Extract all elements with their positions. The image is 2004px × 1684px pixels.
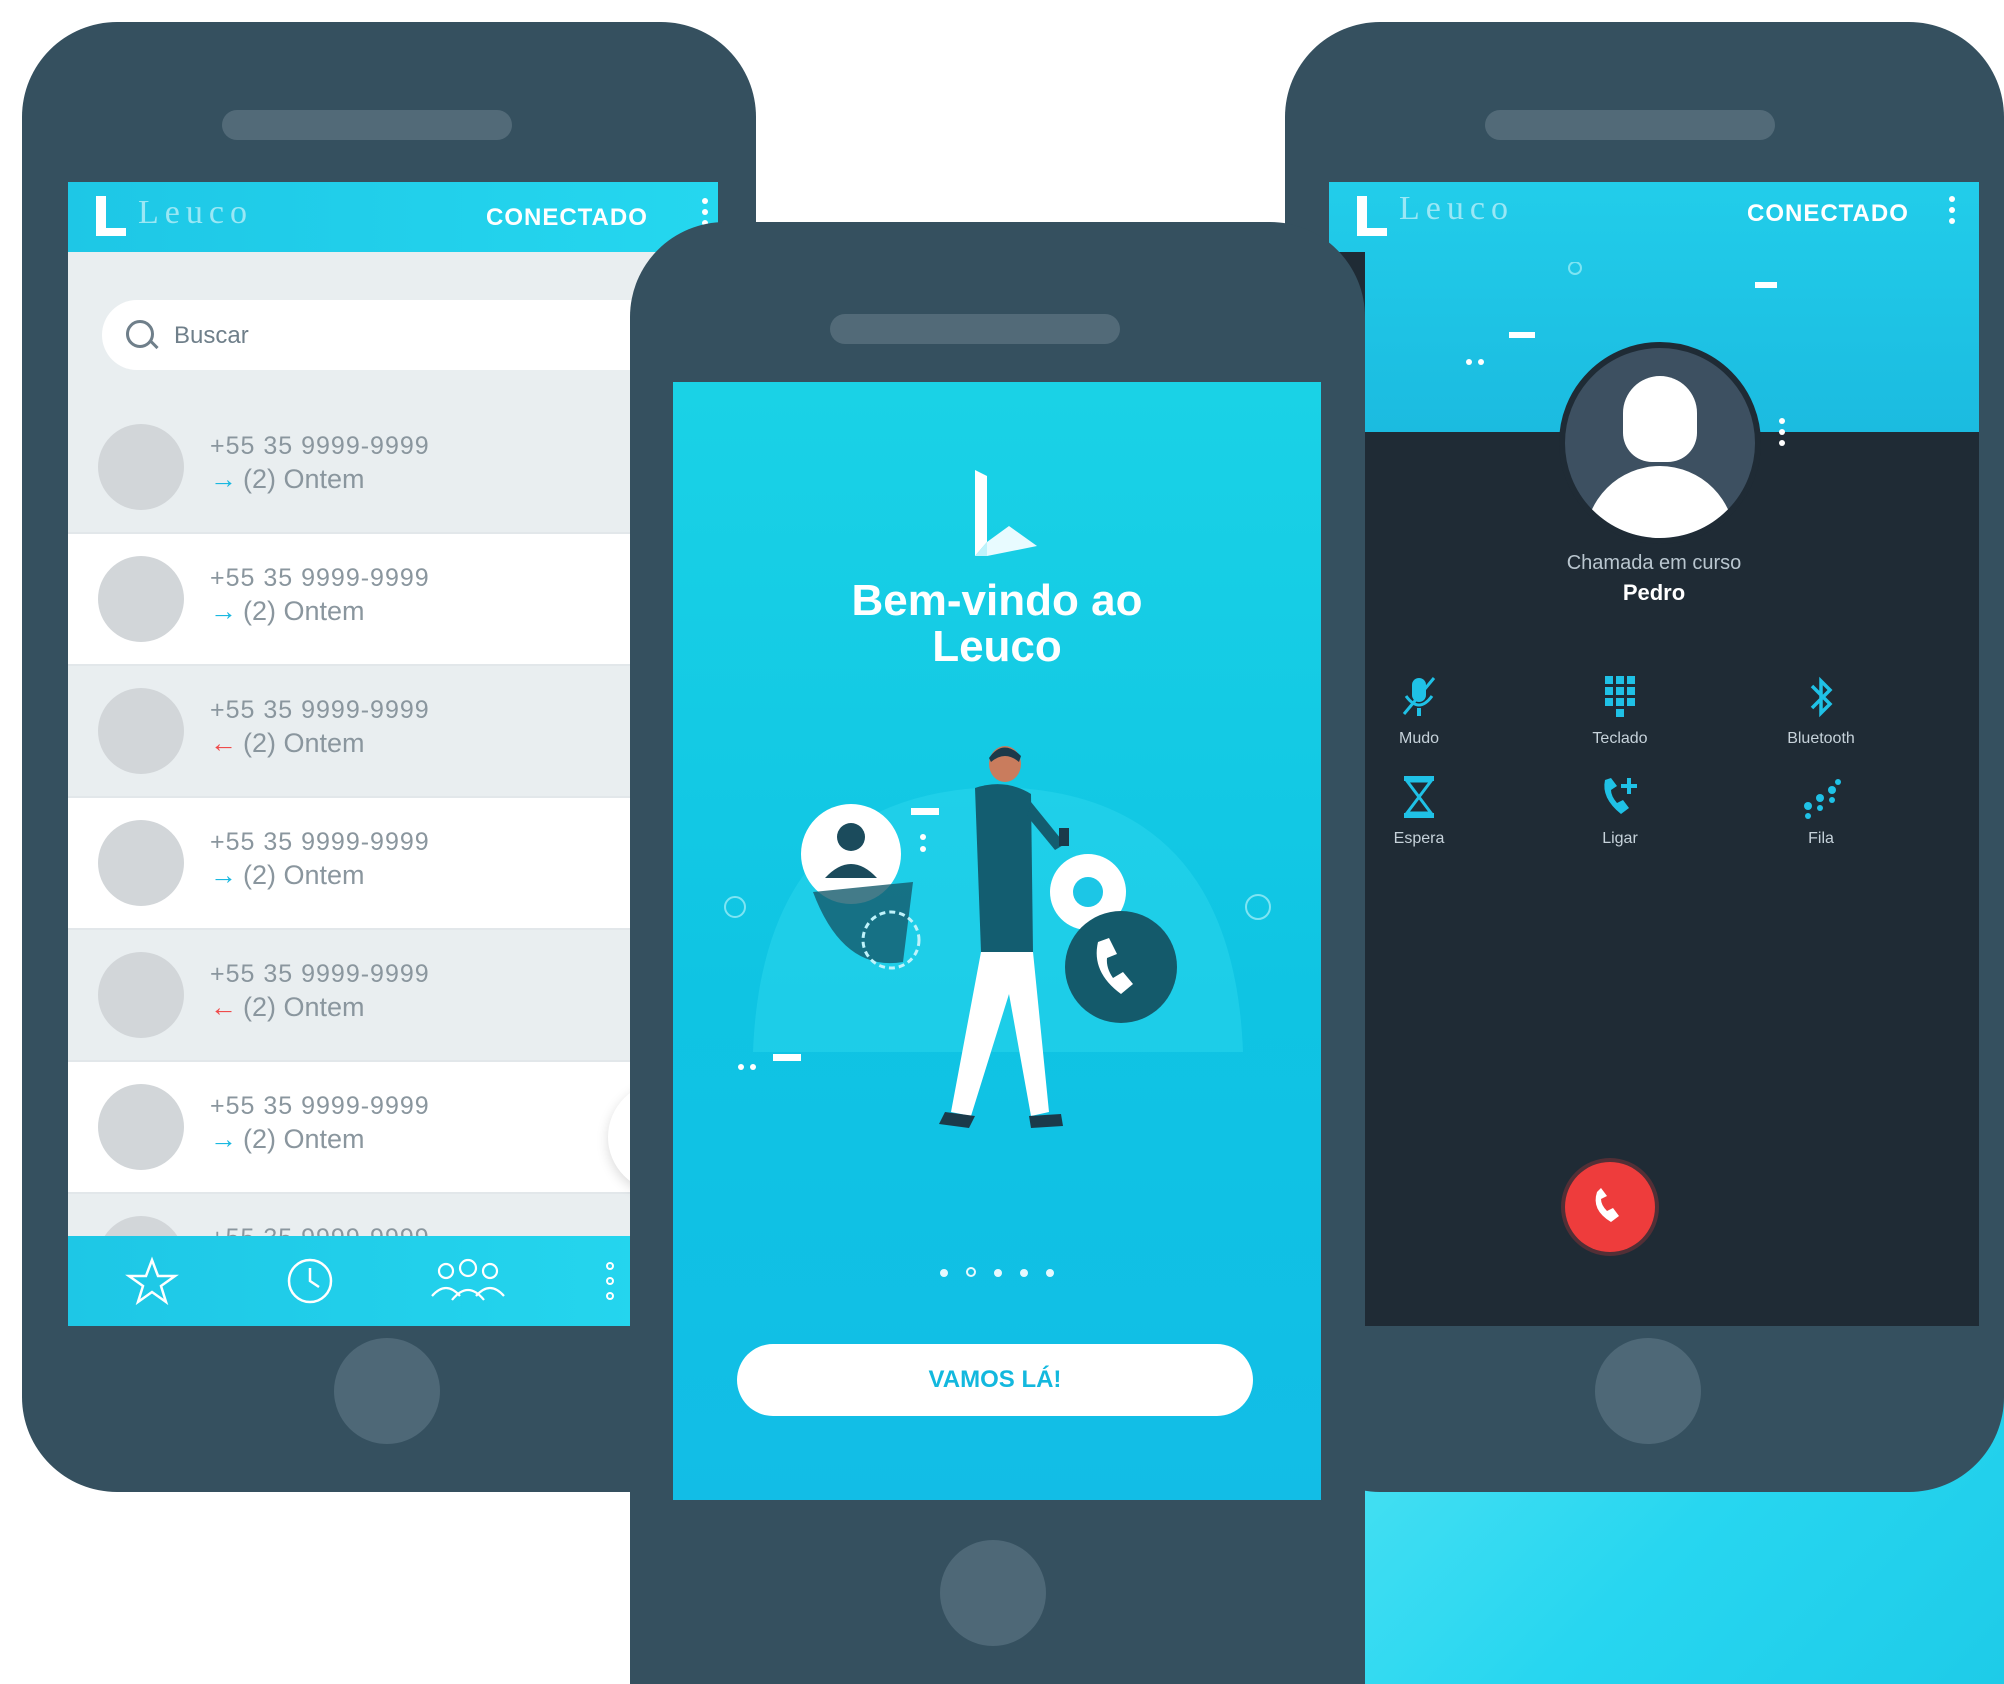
phone-speaker (1485, 110, 1775, 140)
welcome-title: Bem-vindo ao Leuco (673, 578, 1321, 670)
phone-welcome: Bem-vindo ao Leuco VAMOS LÁ! (630, 222, 1365, 1684)
call-meta: (2) Ontem (243, 1124, 365, 1154)
caller-name: Pedro (1622, 580, 1686, 605)
home-button[interactable] (1595, 1338, 1701, 1444)
leuco-logo-icon (975, 470, 1037, 556)
call-number: +55 35 9999-9999 (210, 1092, 430, 1120)
pager-dot[interactable] (940, 1269, 948, 1277)
call-list-item[interactable]: +55 35 9999-9999 ← (2) Ontem (68, 666, 718, 798)
lets-go-button[interactable]: VAMOS LÁ! (737, 1344, 1253, 1416)
connection-status: CONECTADO (486, 204, 648, 231)
clock-icon[interactable] (282, 1256, 338, 1306)
control-label: Espera (1393, 830, 1445, 847)
hold-button[interactable]: Espera (1359, 772, 1479, 848)
add-call-icon (1604, 778, 1637, 814)
welcome-screen: Bem-vindo ao Leuco VAMOS LÁ! (673, 382, 1321, 1500)
call-number: +55 35 9999-9999 (210, 564, 430, 592)
avatar (98, 952, 184, 1038)
bottom-navigation (68, 1236, 718, 1326)
home-button[interactable] (940, 1540, 1046, 1646)
incoming-arrow-icon: → (210, 596, 237, 626)
call-meta: (2) Ontem (243, 728, 365, 758)
avatar (98, 688, 184, 774)
welcome-title-line1: Bem-vindo ao (851, 576, 1143, 625)
app-header: Leuco CONECTADO (68, 182, 718, 252)
keypad-icon (1605, 676, 1635, 717)
phone-speaker (830, 314, 1120, 344)
decorative-dots-icon (1779, 418, 1787, 451)
hourglass-icon (1404, 776, 1434, 818)
keypad-button[interactable]: Teclado (1560, 672, 1680, 748)
hang-up-button[interactable] (1565, 1162, 1655, 1252)
avatar (98, 1084, 184, 1170)
welcome-illustration (724, 746, 1271, 1128)
phone-in-call: Leuco CONECTADO Chamada em curso Pedro M… (1285, 22, 2004, 1492)
call-list-item[interactable]: +55 35 9999-9999 → (2) Ontem (68, 798, 718, 930)
call-status: Chamada em curso (1566, 552, 1742, 574)
control-label: Fila (1808, 830, 1834, 847)
star-icon[interactable] (124, 1256, 180, 1306)
call-number: +55 35 9999-9999 (210, 696, 430, 724)
add-call-button[interactable]: Ligar (1560, 772, 1680, 848)
incoming-arrow-icon: → (210, 860, 237, 890)
pager-dot[interactable] (1020, 1269, 1028, 1277)
control-label: Bluetooth (1787, 730, 1855, 747)
app-name: Leuco (138, 194, 253, 231)
call-meta: (2) Ontem (243, 860, 365, 890)
mic-off-icon (1402, 677, 1436, 716)
outgoing-arrow-icon: ← (210, 728, 237, 758)
pager-dot-active[interactable] (966, 1267, 976, 1277)
leuco-logo-icon (1357, 196, 1387, 236)
call-list-item[interactable]: +55 35 9999-9999 → (2) Ontem (68, 534, 718, 666)
bluetooth-icon (1810, 676, 1833, 718)
in-call-screen: Leuco CONECTADO Chamada em curso Pedro M… (1329, 182, 1979, 1326)
queue-button[interactable]: Fila (1761, 772, 1881, 848)
phone-speaker (222, 110, 512, 140)
control-label: Teclado (1592, 730, 1648, 747)
call-meta: (2) Ontem (243, 464, 365, 494)
avatar (98, 556, 184, 642)
queue-icon (1804, 779, 1841, 819)
control-label: Ligar (1602, 830, 1638, 847)
pager-dot[interactable] (994, 1269, 1002, 1277)
call-meta: (2) Ontem (243, 992, 365, 1022)
phone-icon (1595, 1188, 1619, 1222)
app-name: Leuco (1399, 190, 1514, 227)
call-number: +55 35 9999-9999 (210, 828, 430, 856)
call-list-item[interactable]: +55 35 9999-9999 ← (2) Ontem (68, 930, 718, 1062)
contacts-icon[interactable] (428, 1256, 508, 1306)
mute-button[interactable]: Mudo (1359, 672, 1479, 748)
incoming-arrow-icon: → (210, 464, 237, 494)
pager-dot[interactable] (1046, 1269, 1054, 1277)
incoming-arrow-icon: → (210, 1124, 237, 1154)
search-bar[interactable] (102, 300, 718, 370)
call-list-item[interactable]: +55 35 9999-9999 → (2) Ontem (68, 402, 718, 534)
bluetooth-button[interactable]: Bluetooth (1761, 672, 1881, 748)
call-number: +55 35 9999-9999 (210, 960, 430, 988)
avatar (98, 820, 184, 906)
control-label: Mudo (1398, 730, 1440, 747)
caller-avatar (1559, 342, 1761, 544)
call-number: +55 35 9999-9999 (210, 432, 430, 460)
avatar (98, 424, 184, 510)
connection-status: CONECTADO (1747, 200, 1909, 227)
call-meta: (2) Ontem (243, 596, 365, 626)
home-button[interactable] (334, 1338, 440, 1444)
call-list: +55 35 9999-9999 → (2) Ontem +55 35 9999-… (68, 402, 718, 1326)
more-menu-icon[interactable] (1949, 196, 1957, 229)
call-history-screen: Leuco CONECTADO +55 35 9999-9999 →(2) On… (68, 182, 718, 1326)
pager-dots (673, 1262, 1321, 1281)
search-icon (126, 320, 154, 348)
leuco-logo-icon (96, 196, 126, 236)
search-input[interactable] (172, 318, 576, 354)
welcome-title-line2: Leuco (932, 622, 1062, 671)
outgoing-arrow-icon: ← (210, 992, 237, 1022)
